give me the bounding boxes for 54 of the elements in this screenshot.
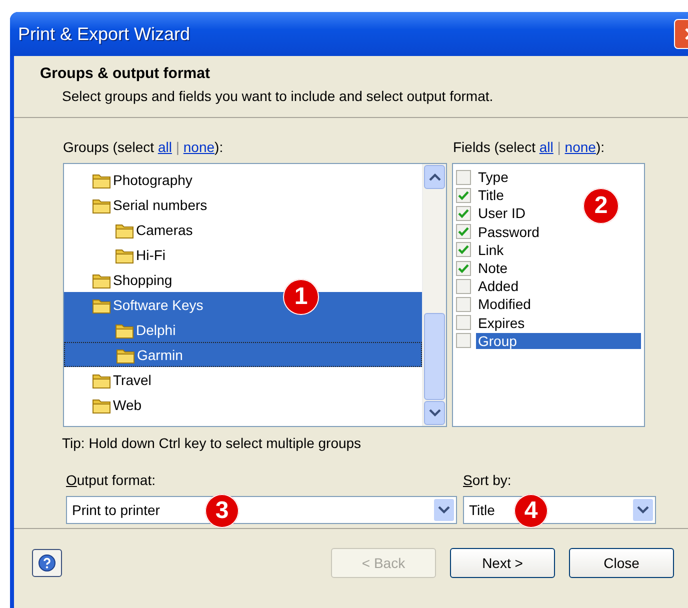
select-all-link[interactable]: all [158,139,172,155]
field-item[interactable]: Added [476,278,641,294]
tree-item[interactable]: Web [64,392,422,417]
help-button[interactable] [32,549,62,577]
select-none-link[interactable]: none [564,139,596,155]
label-end: ): [214,139,224,155]
checkbox[interactable] [456,315,471,330]
tree-item[interactable]: Serial numbers [64,192,422,217]
fields-label: Fields (select [453,139,536,155]
page-title: Groups & output format [40,65,211,82]
tree-item[interactable]: Hi-Fi [64,242,422,267]
checkbox[interactable] [456,333,471,348]
field-item[interactable]: Modified [476,296,641,312]
sort-by-label: Sort by: [463,472,512,488]
callout-number: 1 [283,279,319,315]
checkbox[interactable] [456,242,471,258]
field-item[interactable]: Note [476,260,641,276]
select-none-link[interactable]: none [183,139,215,155]
checkbox[interactable] [456,188,471,203]
select-all-link[interactable]: all [539,139,554,155]
tree-item[interactable]: Cameras [64,217,422,242]
field-item[interactable]: Link [476,242,641,258]
separator: | [557,139,561,155]
field-item[interactable]: Group [476,332,641,349]
separator: | [176,139,180,155]
field-item[interactable]: Expires [476,314,641,331]
scroll-thumb[interactable] [424,313,445,400]
tree-item[interactable]: Travel [64,367,422,392]
checkbox[interactable] [456,224,471,240]
groups-label: Groups (select [63,139,154,155]
window-title: Print & Export Wizard [18,24,190,44]
help-icon [38,554,56,572]
tree-item[interactable]: Delphi [64,317,422,342]
wizard-button[interactable]: Next > [450,548,555,578]
checkbox[interactable] [456,260,471,276]
callout-number: 4 [514,494,548,528]
page-subtitle: Select groups and fields you want to include and select output format. [62,88,494,104]
tip-text: Tip: Hold down Ctrl key to select multiple groups [62,435,362,451]
tree-item[interactable]: Garmin [64,342,422,367]
scroll-down-button[interactable] [424,401,445,425]
callout-number: 2 [583,188,619,224]
output-format-label: Output format: [66,472,156,488]
tree-item[interactable]: Photography [64,167,422,192]
checkbox[interactable] [456,296,471,312]
callout-number: 3 [205,494,239,528]
field-item[interactable]: Type [476,169,641,186]
field-item[interactable]: Password [476,224,641,240]
checkbox[interactable] [456,278,471,294]
checkbox[interactable] [456,206,471,221]
checkbox[interactable] [456,170,471,185]
wizard-button[interactable]: Close [569,548,674,578]
scrollbar[interactable] [422,164,446,426]
scroll-up-button[interactable] [424,165,445,189]
label-end: ): [596,139,605,155]
